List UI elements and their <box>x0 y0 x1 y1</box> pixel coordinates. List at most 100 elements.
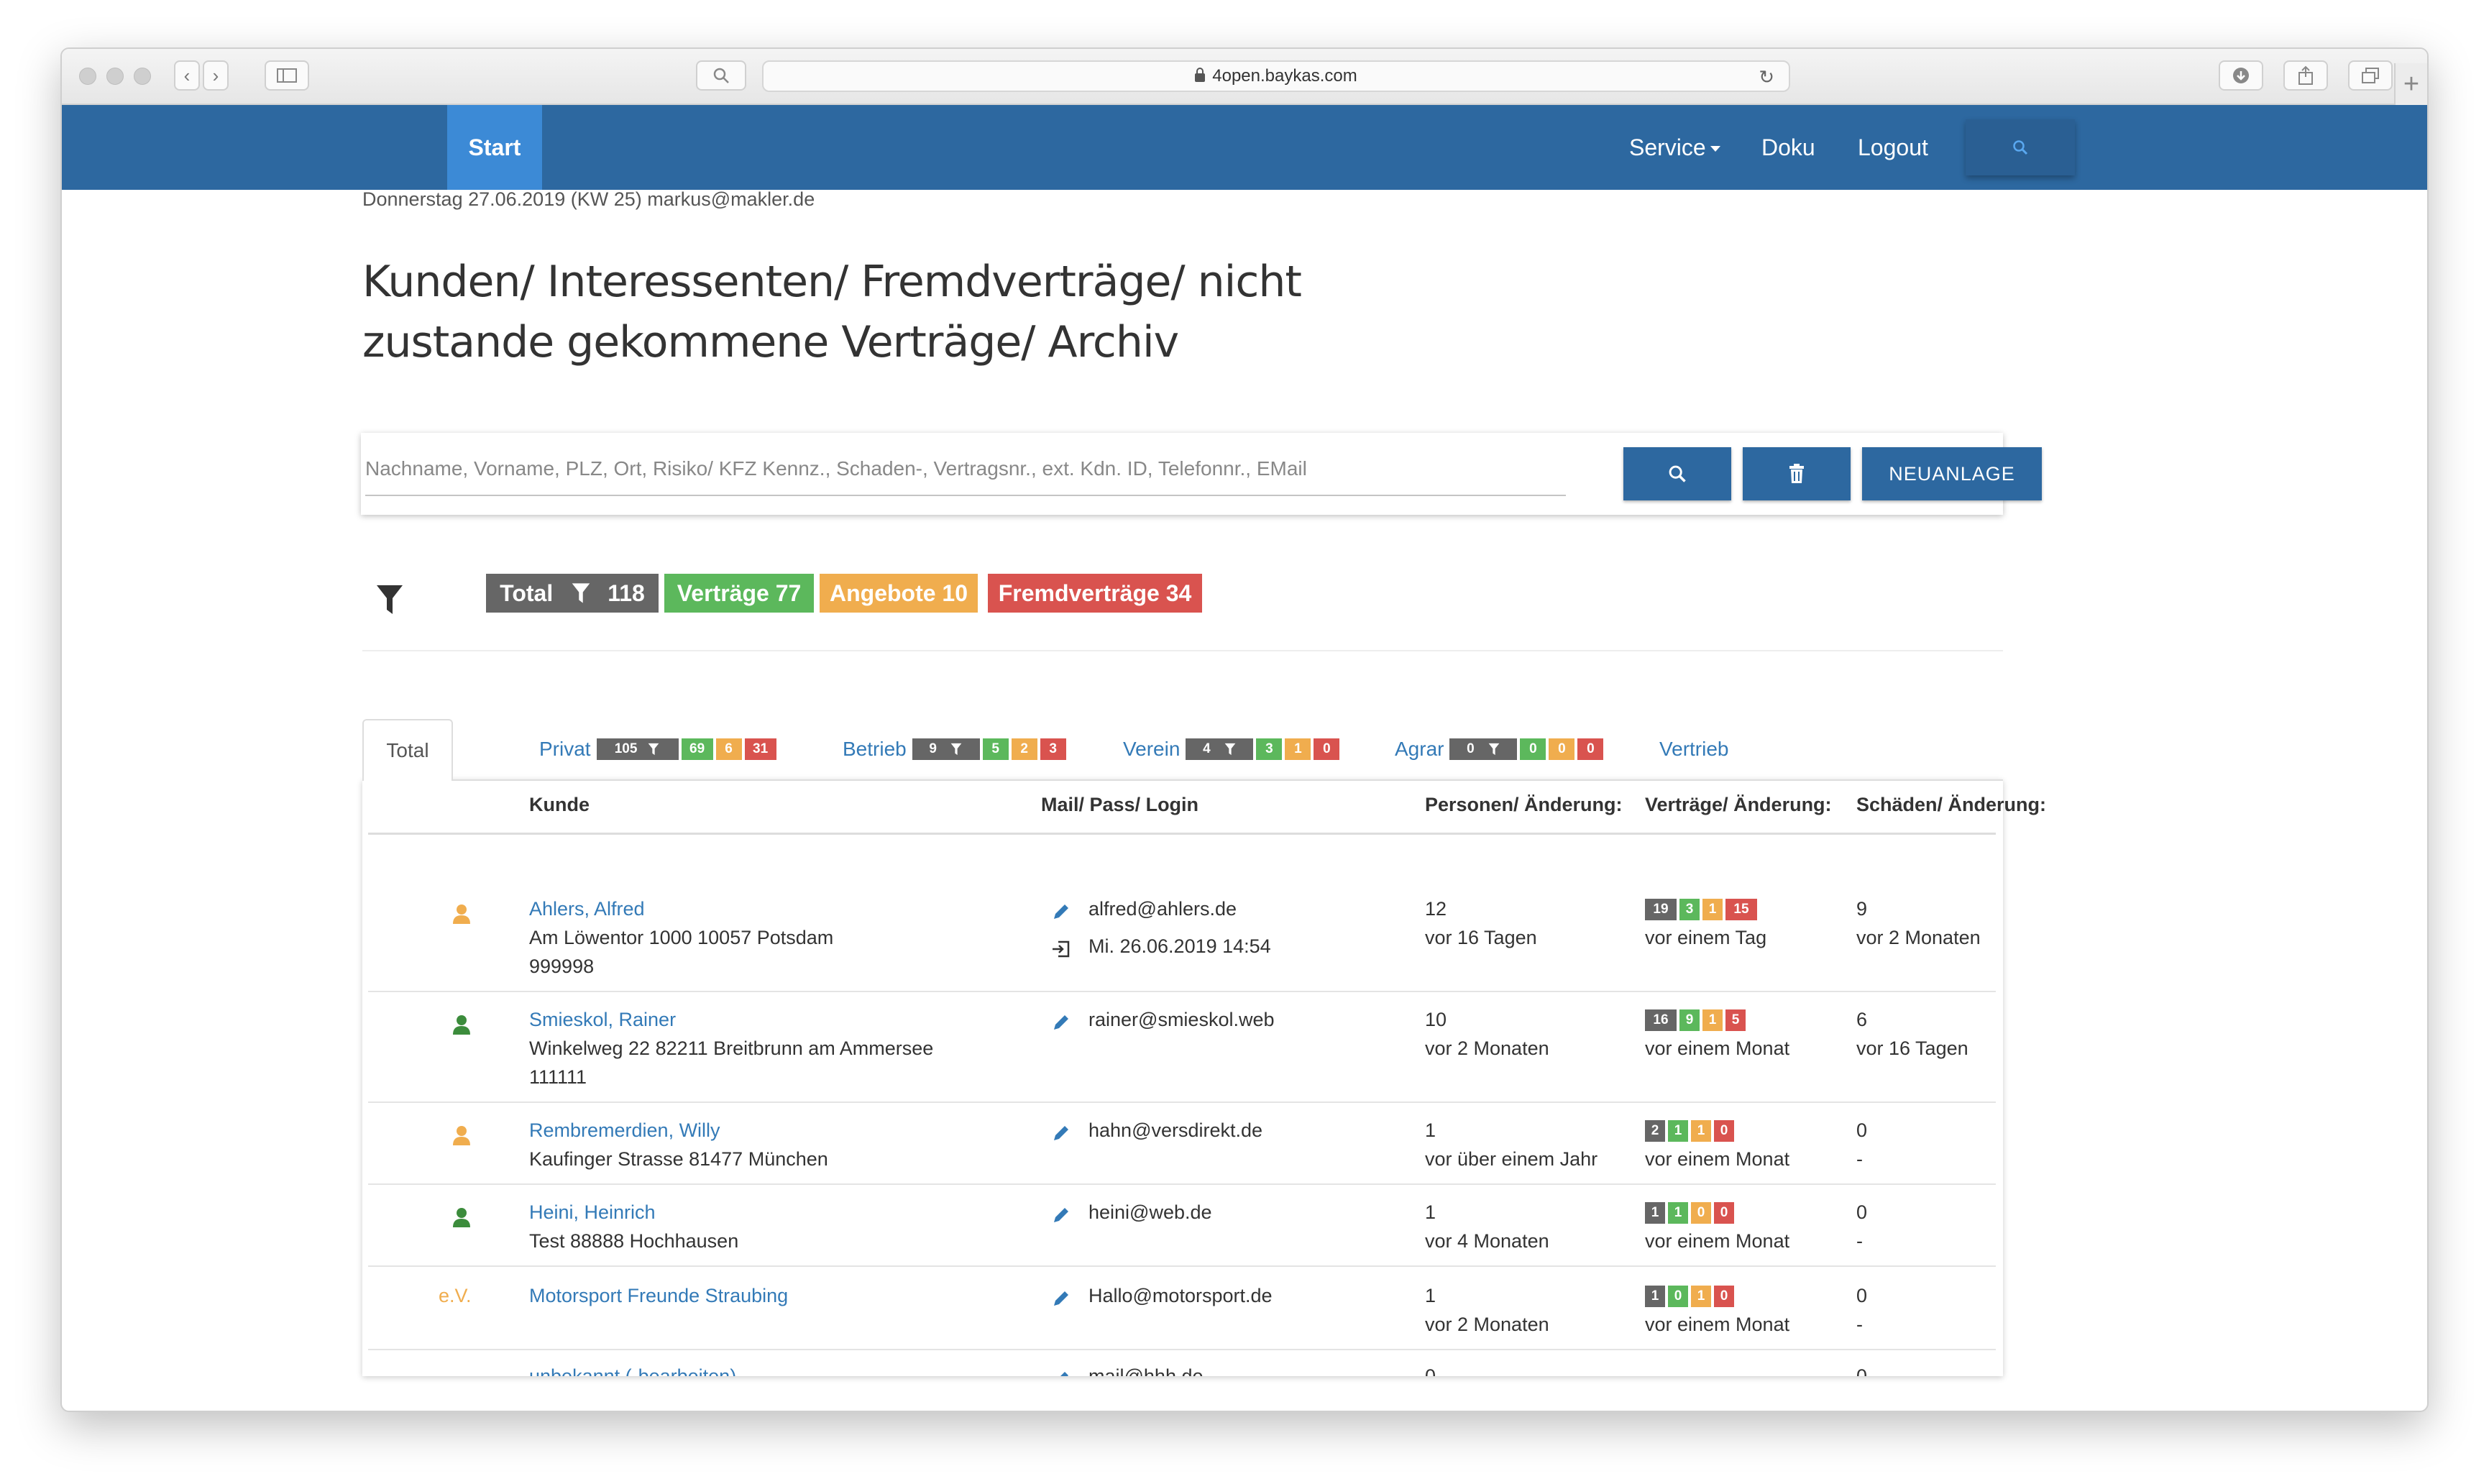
verein-fremd-count: 0 <box>1314 738 1340 760</box>
search-icon <box>2013 140 2028 155</box>
personen-count: 12 <box>1425 898 1447 920</box>
filter-icon[interactable] <box>375 584 404 615</box>
customer-search-input[interactable] <box>365 443 1566 496</box>
forward-button[interactable]: › <box>203 60 229 91</box>
verein-type-label: e.V. <box>439 1285 472 1306</box>
customer-mail: rainer@smieskol.web <box>1088 1009 1275 1030</box>
new-tab-button[interactable]: + <box>2394 63 2427 105</box>
customer-name-link[interactable]: Ahlers, Alfred <box>529 894 645 923</box>
close-window-button[interactable] <box>79 68 96 85</box>
nav-start[interactable]: Start <box>447 105 542 190</box>
address-bar[interactable]: 4open.baykas.com ↻ <box>762 60 1790 92</box>
personen-change: vor 2 Monaten <box>1425 1038 1549 1059</box>
vertraege-change: vor einem Monat <box>1645 1038 1790 1059</box>
vertraege-total: 2 <box>1645 1120 1665 1142</box>
count-value: 105 <box>614 741 638 756</box>
zoom-window-button[interactable] <box>134 68 151 85</box>
pencil-icon[interactable] <box>1051 1288 1071 1309</box>
tab-agrar[interactable]: Agrar 0 0 0 0 <box>1395 735 1604 764</box>
col-header-kunde[interactable]: Kunde <box>529 794 590 816</box>
vertraege-offers: 1 <box>1702 899 1723 920</box>
filter-total-value: 118 <box>608 580 645 606</box>
tab-agrar-label: Agrar <box>1395 738 1444 760</box>
customer-mail: alfred@ahlers.de <box>1088 898 1237 920</box>
reload-icon[interactable]: ↻ <box>1759 66 1774 88</box>
customer-name-link[interactable]: Smieskol, Rainer <box>529 1005 676 1034</box>
table-header-divider <box>368 833 1996 835</box>
caret-down-icon <box>1710 146 1720 152</box>
clear-search-button[interactable] <box>1743 447 1851 500</box>
tab-verein[interactable]: Verein 4 3 1 0 <box>1123 735 1340 764</box>
funnel-icon <box>1224 743 1236 756</box>
search-button[interactable] <box>1623 447 1731 500</box>
nav-logout[interactable]: Logout <box>1858 105 1928 190</box>
pencil-icon[interactable] <box>1051 1123 1071 1143</box>
customer-name-link[interactable]: Motorsport Freunde Straubing <box>529 1281 788 1310</box>
vertraege-foreign: 15 <box>1725 899 1757 920</box>
back-button[interactable]: ‹ <box>174 60 200 91</box>
col-header-vertraege[interactable]: Verträge/ Änderung: <box>1645 794 1832 816</box>
vertraege-change: vor einem Tag <box>1645 927 1767 948</box>
vertraege-badges: 2 1 1 0 <box>1645 1120 1737 1142</box>
nav-doku[interactable]: Doku <box>1761 105 1815 190</box>
pencil-icon[interactable] <box>1051 902 1071 922</box>
downloads-button[interactable] <box>2219 60 2263 91</box>
personen-change: vor 2 Monaten <box>1425 1314 1549 1335</box>
col-header-personen[interactable]: Personen/ Änderung: <box>1425 794 1623 816</box>
nav-service[interactable]: Service <box>1629 105 1720 190</box>
filter-total-badge[interactable]: Total 118 <box>486 574 659 613</box>
count-value: 0 <box>1467 741 1475 756</box>
tab-privat[interactable]: Privat 105 69 6 31 <box>539 735 776 764</box>
personen-change: vor 4 Monaten <box>1425 1230 1549 1252</box>
vertraege-badges: 1 1 0 0 <box>1645 1202 1737 1224</box>
customer-name-link[interactable]: Heini, Heinrich <box>529 1198 656 1227</box>
nav-search-button[interactable] <box>1966 119 2075 175</box>
tab-vertrieb[interactable]: Vertrieb <box>1659 735 1729 764</box>
new-customer-button[interactable]: NEUANLAGE <box>1862 447 2042 500</box>
col-header-mail[interactable]: Mail/ Pass/ Login <box>1041 794 1198 816</box>
row-divider <box>368 991 1996 992</box>
betrieb-vertraege-count: 5 <box>982 738 1009 760</box>
personen-count: 10 <box>1425 1009 1447 1030</box>
vertraege-badges: 16 9 1 5 <box>1645 1009 1748 1031</box>
privat-angebote-count: 6 <box>715 738 742 760</box>
agrar-total-count: 0 <box>1449 738 1518 760</box>
tab-betrieb[interactable]: Betrieb 9 5 2 3 <box>843 735 1066 764</box>
filter-fremdvertraege-badge[interactable]: Fremdverträge 34 <box>988 574 1202 613</box>
personen-change: vor über einem Jahr <box>1425 1148 1598 1170</box>
page-title-line2: zustande gekommene Verträge/ Archiv <box>362 317 1179 367</box>
pencil-icon[interactable] <box>1051 1012 1071 1032</box>
customer-mail: hahn@versdirekt.de <box>1088 1119 1263 1141</box>
share-icon <box>2298 65 2313 85</box>
schaeden-count: 0 <box>1856 1365 1868 1376</box>
sidebar-button[interactable] <box>265 60 309 91</box>
tabs-overview-button[interactable] <box>2348 60 2393 91</box>
customer-mail: heini@web.de <box>1088 1201 1212 1223</box>
filter-vertraege-badge[interactable]: Verträge 77 <box>664 574 814 613</box>
filter-divider <box>362 650 2003 651</box>
share-button[interactable] <box>2283 60 2328 91</box>
schaeden-count: 0 <box>1856 1285 1868 1306</box>
schaeden-change: - <box>1856 1230 1863 1252</box>
minimize-window-button[interactable] <box>106 68 124 85</box>
vertraege-total: 19 <box>1645 899 1677 920</box>
pencil-icon[interactable] <box>1051 1369 1071 1376</box>
col-header-schaeden[interactable]: Schäden/ Änderung: <box>1856 794 2046 816</box>
main-navbar: Start Service Doku Logout <box>62 105 2427 190</box>
row-divider <box>368 1101 1996 1103</box>
pencil-icon[interactable] <box>1051 1205 1071 1225</box>
customer-name-link[interactable]: unbekannt (-bearbeiten) <box>529 1362 736 1376</box>
tab-total[interactable]: Total <box>362 719 453 781</box>
customer-address: Winkelweg 22 82211 Breitbrunn am Ammerse… <box>529 1038 934 1059</box>
privat-vertraege-count: 69 <box>681 738 713 760</box>
filter-angebote-badge[interactable]: Angebote 10 <box>820 574 978 613</box>
schaeden-count: 9 <box>1856 898 1868 920</box>
tabs-icon <box>2362 68 2379 83</box>
customer-name-link[interactable]: Rembremerdien, Willy <box>529 1116 720 1145</box>
schaeden-change: - <box>1856 1314 1863 1335</box>
chevron-right-icon: › <box>212 64 219 86</box>
search-tab-button[interactable] <box>696 60 746 91</box>
vertraege-foreign: 0 <box>1714 1120 1734 1142</box>
funnel-icon <box>572 583 590 603</box>
customer-address: Kaufinger Strasse 81477 München <box>529 1148 828 1170</box>
